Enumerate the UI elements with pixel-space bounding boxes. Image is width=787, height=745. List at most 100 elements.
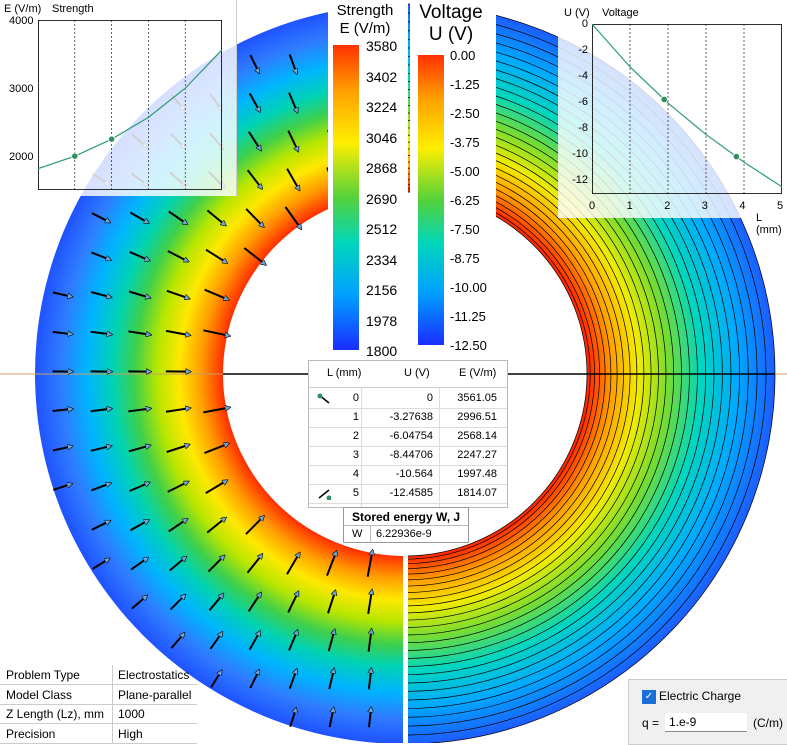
table-cell: 2568.14 bbox=[447, 430, 497, 442]
table-cell: 4 bbox=[309, 468, 359, 480]
results-header: L (mm) bbox=[327, 367, 361, 379]
voltage-scale-tick: 0.00 bbox=[450, 48, 475, 63]
q-unit: (C/m) bbox=[753, 716, 783, 730]
voltage-xtick: 1 bbox=[627, 200, 633, 212]
strength-scale-tick: 2334 bbox=[366, 252, 397, 268]
voltage-scale-tick: -3.75 bbox=[450, 135, 480, 150]
voltage-scale-title-2: U (V) bbox=[410, 24, 492, 46]
strength-plot-ylabel: E (V/m) bbox=[4, 3, 41, 15]
strength-plot[interactable]: E (V/m) Strength 4000 3000 2000 bbox=[0, 0, 237, 196]
voltage-scale-tick: -6.25 bbox=[450, 193, 480, 208]
problem-value: High bbox=[118, 727, 143, 741]
results-table[interactable]: L (mm)U (V)E (V/m)003561.051-3.276382996… bbox=[308, 360, 508, 508]
curve-marker[interactable] bbox=[108, 136, 114, 142]
strength-scale-title: Strength E (V/m) bbox=[328, 2, 402, 38]
voltage-scale-title-1: Voltage bbox=[410, 2, 492, 24]
table-cell: 2247.27 bbox=[447, 449, 497, 461]
results-header: U (V) bbox=[404, 367, 430, 379]
table-cell: 2996.51 bbox=[447, 411, 497, 423]
problem-value: 1000 bbox=[118, 707, 145, 721]
voltage-scale-tick: -12.50 bbox=[450, 338, 487, 353]
strength-scale-tick: 3580 bbox=[366, 38, 397, 54]
voltage-plot-xlabel: L (mm) bbox=[756, 212, 787, 236]
curve-marker[interactable] bbox=[661, 96, 667, 102]
strength-plot-area bbox=[38, 20, 222, 190]
voltage-ytick: -4 bbox=[578, 70, 588, 82]
table-cell: -12.4585 bbox=[383, 487, 433, 499]
energy-table: Stored energy W, J W 6.22936e-9 bbox=[343, 507, 469, 543]
table-cell: 0 bbox=[383, 392, 433, 404]
voltage-xtick: 4 bbox=[739, 200, 745, 212]
voltage-scale-tick: -10.00 bbox=[450, 280, 487, 295]
strength-scale-title-1: Strength bbox=[328, 2, 402, 20]
strength-scale-tick: 2512 bbox=[366, 221, 397, 237]
results-header: E (V/m) bbox=[459, 367, 496, 379]
strength-colorbar bbox=[333, 45, 359, 350]
problem-row: Z Length (Lz), mm 1000 bbox=[0, 704, 197, 724]
voltage-xtick: 0 bbox=[589, 200, 595, 212]
strength-scale-title-2: E (V/m) bbox=[328, 20, 402, 38]
voltage-colorbar bbox=[418, 55, 444, 345]
strength-ytick-4000: 4000 bbox=[9, 15, 33, 27]
strength-scale-tick: 3046 bbox=[366, 130, 397, 146]
table-cell: 3561.05 bbox=[447, 392, 497, 404]
energy-title: Stored energy W, J bbox=[352, 510, 460, 524]
voltage-scale-tick: -2.50 bbox=[450, 106, 480, 121]
voltage-scale-tick: -11.25 bbox=[450, 309, 486, 324]
voltage-xtick: 5 bbox=[777, 200, 783, 212]
series-line bbox=[592, 24, 782, 187]
strength-plot-title: Strength bbox=[52, 3, 94, 15]
voltage-xtick: 3 bbox=[702, 200, 708, 212]
voltage-scale: Voltage U (V) 0.00 -1.25 -2.50 -3.75 -5.00 -6… bbox=[410, 0, 496, 350]
energy-label: W bbox=[352, 528, 362, 540]
voltage-scale-tick: -7.50 bbox=[450, 222, 480, 237]
voltage-ytick: -2 bbox=[578, 44, 588, 56]
strength-scale-tick: 1800 bbox=[366, 343, 397, 359]
voltage-ytick: -12 bbox=[572, 174, 588, 186]
problem-label: Z Length (Lz), mm bbox=[6, 707, 104, 721]
table-cell: 1997.48 bbox=[447, 468, 497, 480]
strength-scale: Strength E (V/m) 35803402322430462868269… bbox=[328, 0, 404, 356]
voltage-plot[interactable]: U (V) Voltage 0-2-4-6-8-10-12 012345 L (… bbox=[558, 0, 787, 218]
voltage-scale-title: Voltage U (V) bbox=[410, 2, 492, 46]
strength-scale-tick: 1978 bbox=[366, 313, 397, 329]
problem-label: Problem Type bbox=[6, 668, 80, 682]
energy-value: 6.22936e-9 bbox=[376, 528, 432, 540]
plot-frame bbox=[39, 21, 222, 190]
strength-scale-tick: 2868 bbox=[366, 160, 397, 176]
problem-value: Plane-parallel bbox=[118, 688, 191, 702]
curve-marker[interactable] bbox=[733, 153, 739, 159]
curve-marker[interactable] bbox=[72, 153, 78, 159]
q-value: 1.e-9 bbox=[669, 715, 696, 729]
voltage-scale-tick: -8.75 bbox=[450, 251, 480, 266]
table-cell: 3 bbox=[309, 449, 359, 461]
endpoint-marker-icon bbox=[317, 393, 331, 405]
strength-ytick-2000: 2000 bbox=[9, 151, 33, 163]
table-cell: -8.44706 bbox=[383, 449, 433, 461]
voltage-plot-area bbox=[592, 24, 782, 194]
electric-charge-label: Electric Charge bbox=[659, 689, 741, 703]
table-cell: -10.564 bbox=[383, 468, 433, 480]
voltage-ytick: -6 bbox=[578, 96, 588, 108]
problem-label: Model Class bbox=[6, 688, 72, 702]
voltage-ytick: 0 bbox=[582, 18, 588, 30]
problem-row: Model Class Plane-parallel bbox=[0, 685, 197, 705]
voltage-plot-title: Voltage bbox=[602, 7, 639, 19]
table-cell: 2 bbox=[309, 430, 359, 442]
voltage-ytick: -8 bbox=[578, 122, 588, 134]
series-line bbox=[38, 50, 222, 169]
strength-scale-tick: 3402 bbox=[366, 69, 397, 85]
q-label: q = bbox=[642, 716, 659, 730]
q-input[interactable]: 1.e-9 bbox=[665, 713, 747, 732]
electric-charge-checkbox[interactable]: ✓ bbox=[642, 690, 656, 704]
problem-value: Electrostatics bbox=[118, 668, 189, 682]
problem-row: Problem Type Electrostatics bbox=[0, 665, 197, 685]
table-cell: -6.04754 bbox=[383, 430, 433, 442]
voltage-scale-tick: -1.25 bbox=[450, 77, 480, 92]
endpoint-marker-icon bbox=[317, 488, 331, 500]
problem-label: Precision bbox=[6, 727, 55, 741]
voltage-scale-tick: -5.00 bbox=[450, 164, 480, 179]
voltage-ytick: -10 bbox=[572, 148, 588, 160]
table-cell: -3.27638 bbox=[383, 411, 433, 423]
charge-panel: ✓ Electric Charge q = 1.e-9 (C/m) bbox=[628, 679, 787, 745]
